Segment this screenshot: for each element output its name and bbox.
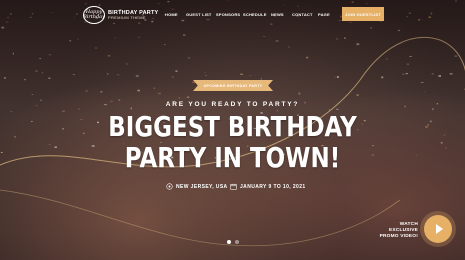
play-icon <box>435 224 443 234</box>
nav-item-contact[interactable]: CONTACT <box>292 12 313 17</box>
nav-item-guest-list[interactable]: GUEST LIST <box>186 12 212 17</box>
top-navigation: Happy Birthday BIRTHDAY PARTY PREMIUM TH… <box>0 0 465 30</box>
hero-headline-line1: BIGGEST BIRTHDAY <box>108 110 357 143</box>
nav-item-news[interactable]: NEWS <box>271 12 284 17</box>
event-dates: JANUARY 9 TO 10, 2021 <box>230 183 306 190</box>
site-logo[interactable]: Happy Birthday BIRTHDAY PARTY PREMIUM TH… <box>83 6 158 24</box>
promo-video-label[interactable]: WATCH EXCLUSIVE PROMO VIDEO! <box>372 222 418 240</box>
upcoming-ribbon: UPCOMING BIRTHDAY PARTY <box>193 80 273 91</box>
event-location-text: NEW JERSEY, USA <box>176 183 228 190</box>
map-pin-icon <box>166 183 173 190</box>
play-video-button[interactable] <box>424 215 452 243</box>
join-guestlist-button[interactable]: JOIN GUESTLIST <box>342 7 384 21</box>
event-dates-text: JANUARY 9 TO 10, 2021 <box>240 183 306 190</box>
hero-headline-line2: PARTY IN TOWN! <box>124 141 341 174</box>
nav-item-home[interactable]: HOME <box>165 12 178 17</box>
promo-line1: WATCH EXCLUSIVE <box>389 222 418 233</box>
logo-badge: Happy Birthday <box>83 6 105 24</box>
nav-item-sponsors[interactable]: SPONSORS <box>216 12 240 17</box>
slider-dots <box>227 240 239 244</box>
event-location: NEW JERSEY, USA <box>166 183 228 190</box>
calendar-icon <box>230 183 237 190</box>
hero-eyebrow: ARE YOU READY TO PARTY? <box>165 101 300 108</box>
promo-line2: PROMO VIDEO! <box>379 233 418 239</box>
logo-subtitle: PREMIUM THEME <box>108 14 146 20</box>
nav-item-page[interactable]: PAGE <box>318 12 330 17</box>
nav-item-schedule[interactable]: SCHEDULE <box>243 12 267 17</box>
slider-dot-2[interactable] <box>235 240 239 244</box>
slider-dot-1[interactable] <box>227 240 231 244</box>
